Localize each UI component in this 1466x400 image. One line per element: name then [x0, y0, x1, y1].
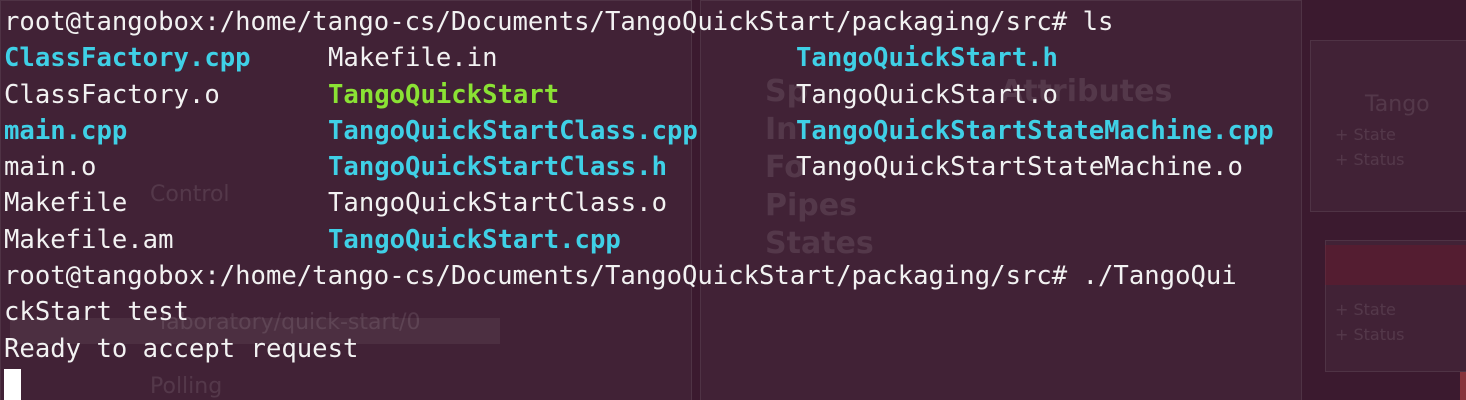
screen: Sp In Fo Pipes States Attributes Control… [0, 0, 1466, 400]
prompt-run: root@tangobox:/home/tango-cs/Documents/T… [4, 261, 1237, 292]
file-entry: Makefile.am [4, 224, 174, 255]
file-entry: main.cpp [4, 115, 128, 146]
file-entry: TangoQuickStartClass.o [328, 188, 667, 219]
listing-row: main.o TangoQuickStartClass.h TangoQuick… [4, 149, 1466, 185]
file-entry: TangoQuickStartClass.h [328, 152, 667, 183]
file-entry: TangoQuickStartStateMachine.o [796, 152, 1243, 183]
file-entry: TangoQuickStartStateMachine.cpp [796, 115, 1274, 146]
listing-row: Makefile TangoQuickStartClass.o [4, 185, 1466, 221]
file-entry: ClassFactory.cpp [4, 43, 251, 74]
file-entry: TangoQuickStart [328, 79, 560, 110]
file-entry [796, 185, 1456, 221]
cursor-line[interactable] [4, 367, 1466, 400]
file-entry: main.o [4, 152, 97, 183]
listing-row: ClassFactory.o TangoQuickStart TangoQuic… [4, 77, 1466, 113]
terminal[interactable]: root@tangobox:/home/tango-cs/Documents/T… [0, 0, 1466, 400]
server-output: Ready to accept request [4, 333, 359, 364]
file-entry: Makefile [4, 188, 128, 219]
file-entry [796, 222, 1456, 258]
file-entry: TangoQuickStart.cpp [328, 224, 621, 255]
file-entry: TangoQuickStartClass.cpp [328, 115, 698, 146]
listing-row: Makefile.am TangoQuickStart.cpp [4, 222, 1466, 258]
file-entry: TangoQuickStart.h [796, 43, 1058, 74]
listing-row: ClassFactory.cpp Makefile.in TangoQuickS… [4, 40, 1466, 76]
prompt-ls: root@tangobox:/home/tango-cs/Documents/T… [4, 7, 1114, 37]
text-cursor [4, 368, 21, 400]
file-entry: Makefile.in [328, 43, 498, 74]
listing-row: main.cpp TangoQuickStartClass.cpp TangoQ… [4, 113, 1466, 149]
file-entry: TangoQuickStart.o [796, 79, 1058, 110]
scrollbar[interactable] [1460, 372, 1466, 400]
prompt-run-wrap: ckStart test [4, 297, 189, 328]
file-entry: ClassFactory.o [4, 79, 220, 110]
